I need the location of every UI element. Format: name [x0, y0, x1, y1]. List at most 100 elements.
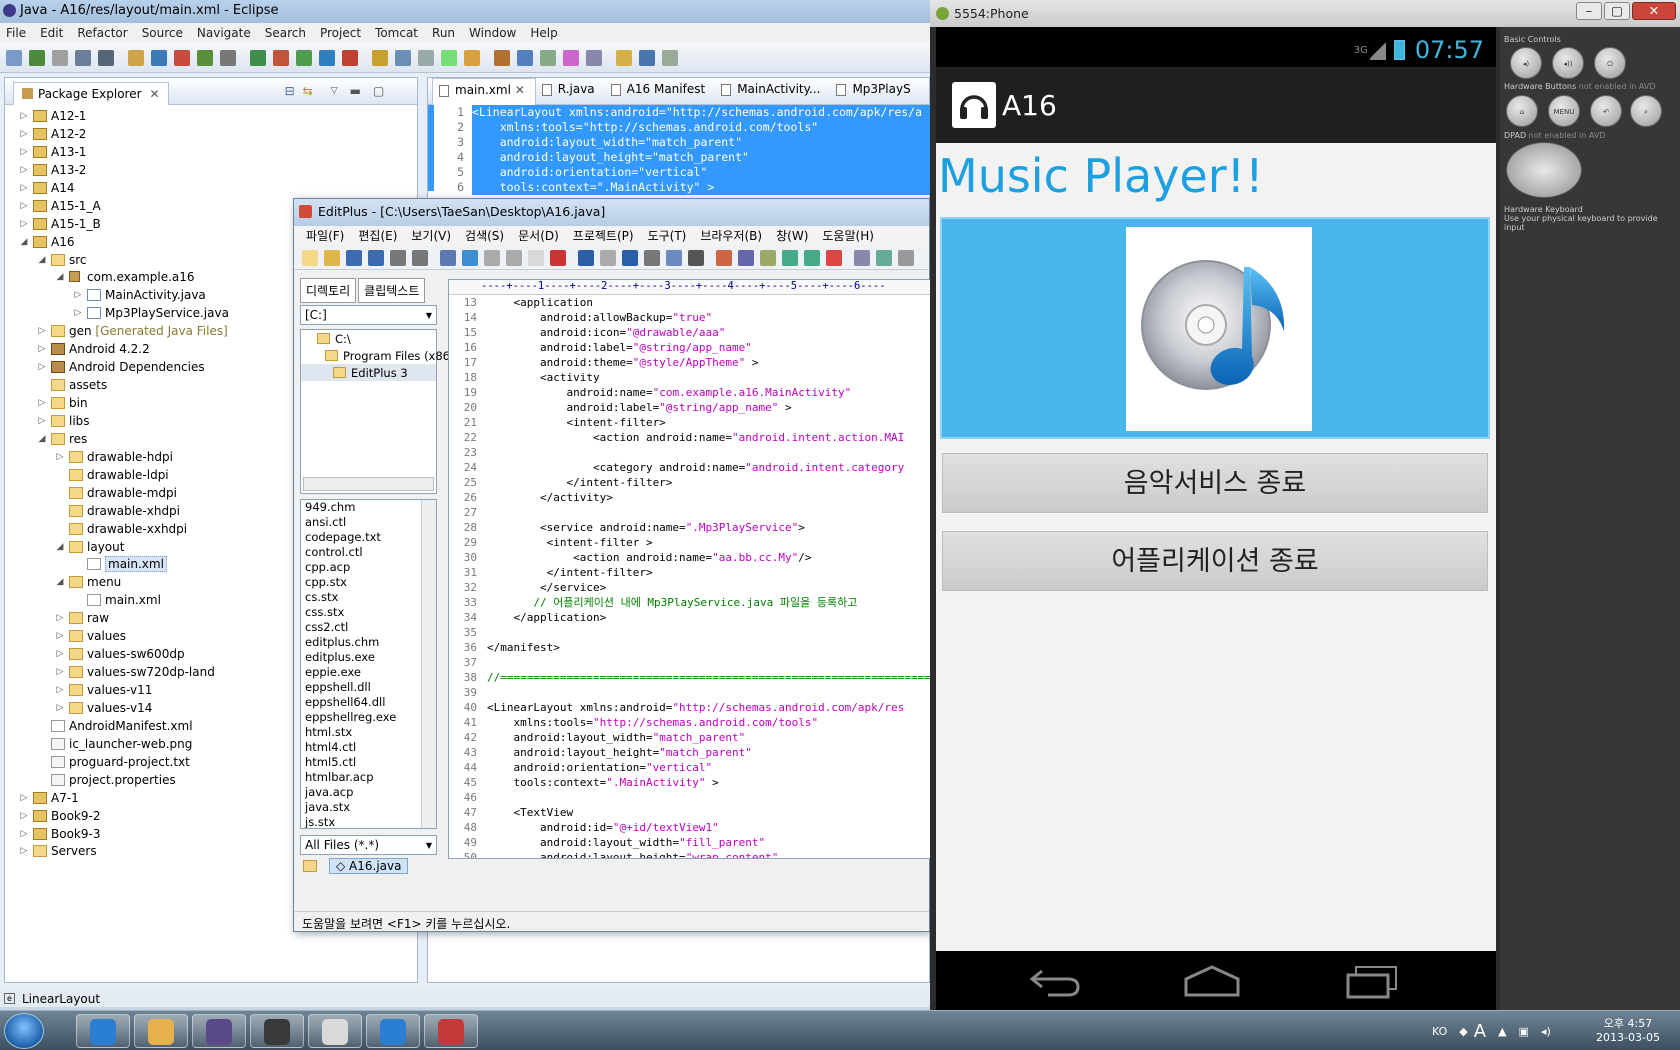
expand-arrow-icon[interactable]: ▷ — [19, 842, 29, 860]
toolbar-button-icon[interactable] — [98, 49, 114, 66]
volume-icon[interactable]: ◂) — [1541, 1025, 1551, 1038]
collapse-arrow-icon[interactable]: ◢ — [55, 268, 65, 286]
file-item[interactable]: cpp.acp — [301, 560, 436, 575]
code-line[interactable]: 33 // 어플리케이션 내에 Mp3PlayService.java 파일을 … — [449, 595, 930, 610]
toolbar-button-icon[interactable] — [372, 49, 388, 66]
code-line[interactable]: 24 <category android:name="android.inten… — [449, 460, 930, 475]
toolbar-button-icon[interactable] — [128, 49, 144, 66]
toolbar-button-icon[interactable] — [826, 249, 842, 266]
file-item[interactable]: 949.chm — [301, 500, 436, 515]
editplus-menu-item[interactable]: 편집(E) — [358, 226, 397, 246]
toolbar-button-icon[interactable] — [662, 49, 678, 66]
directory-item[interactable]: EditPlus 3 — [301, 364, 436, 381]
editplus-menu-item[interactable]: 검색(S) — [465, 226, 504, 246]
menu-search[interactable]: Search — [265, 23, 306, 43]
toolbar-button-icon[interactable] — [75, 49, 91, 66]
toolbar-button-icon[interactable] — [464, 49, 480, 66]
menu-edit[interactable]: Edit — [40, 23, 63, 43]
editor-tab[interactable]: A16 Manifest — [605, 78, 716, 105]
tree-item[interactable]: ▷ A13-2 — [5, 161, 417, 179]
expand-arrow-icon[interactable]: ▷ — [19, 179, 29, 197]
toolbar-button-icon[interactable] — [302, 249, 318, 266]
toolbar-button-icon[interactable] — [876, 249, 892, 266]
code-line[interactable]: 19 android:name="com.example.a16.MainAct… — [449, 385, 930, 400]
code-line[interactable]: 41 xmlns:tools="http://schemas.android.c… — [449, 715, 930, 730]
code-line[interactable]: 18 <activity — [449, 370, 930, 385]
expand-arrow-icon[interactable]: ▷ — [37, 394, 47, 412]
file-item[interactable]: eppshell64.dll — [301, 695, 436, 710]
file-item[interactable]: cs.stx — [301, 590, 436, 605]
directory-item[interactable]: Program Files (x86 — [301, 347, 450, 364]
file-filter-select[interactable]: All Files (*.*) ▼ — [300, 835, 437, 855]
taskbar-app-button[interactable] — [308, 1014, 362, 1048]
toolbar-button-icon[interactable] — [494, 49, 510, 66]
file-item[interactable]: htmlbar.acp — [301, 770, 436, 785]
menu-project[interactable]: Project — [320, 23, 361, 43]
toolbar-button-icon[interactable] — [174, 49, 190, 66]
toolbar-button-icon[interactable] — [738, 249, 754, 266]
editplus-menu-item[interactable]: 보기(V) — [411, 226, 451, 246]
toolbar-button-icon[interactable] — [273, 49, 289, 66]
toolbar-button-icon[interactable] — [688, 249, 704, 266]
code-line[interactable]: 39 — [449, 685, 930, 700]
editplus-menu-item[interactable]: 파일(F) — [306, 226, 344, 246]
taskbar-app-button[interactable] — [424, 1014, 478, 1048]
file-item[interactable]: js.stx — [301, 815, 436, 828]
expand-arrow-icon[interactable]: ▷ — [73, 304, 83, 322]
code-line[interactable]: 25 </intent-filter> — [449, 475, 930, 490]
editplus-menu-item[interactable]: 창(W) — [776, 226, 808, 246]
toolbar-button-icon[interactable] — [324, 249, 340, 266]
taskbar-app-button[interactable] — [134, 1014, 188, 1048]
doc-tab-a16-java[interactable]: ◇ A16.java — [329, 858, 409, 874]
toolbar-button-icon[interactable] — [220, 49, 236, 66]
code-line[interactable]: 46 — [449, 790, 930, 805]
menu-window[interactable]: Window — [469, 23, 516, 43]
toolbar-button-icon[interactable] — [296, 49, 312, 66]
file-item[interactable]: html5.ctl — [301, 755, 436, 770]
menu-button[interactable]: MENU — [1548, 95, 1580, 127]
code-line[interactable]: 44 android:orientation="vertical" — [449, 760, 930, 775]
expand-arrow-icon[interactable]: ▷ — [37, 340, 47, 358]
toolbar-button-icon[interactable] — [390, 249, 406, 266]
code-line[interactable]: 47 <TextView — [449, 805, 930, 820]
expand-arrow-icon[interactable]: ▷ — [19, 197, 29, 215]
toolbar-button-icon[interactable] — [622, 249, 638, 266]
toolbar-button-icon[interactable] — [854, 249, 870, 266]
toolbar-button-icon[interactable] — [441, 49, 457, 66]
code-lines[interactable]: 13 <application 14 android:allowBackup="t… — [449, 295, 930, 858]
toolbar-button-icon[interactable] — [586, 49, 602, 66]
expand-arrow-icon[interactable]: ▷ — [19, 107, 29, 125]
expand-arrow-icon[interactable]: ▷ — [19, 825, 29, 843]
file-item[interactable]: eppshell.dll — [301, 680, 436, 695]
toolbar-button-icon[interactable] — [578, 249, 594, 266]
file-item[interactable]: editplus.chm — [301, 635, 436, 650]
code-line[interactable]: 26 </activity> — [449, 490, 930, 505]
toolbar-button-icon[interactable] — [716, 249, 732, 266]
home-icon[interactable] — [1182, 963, 1242, 999]
tree-item[interactable]: ▷ A14 — [5, 179, 417, 197]
toolbar-button-icon[interactable] — [550, 249, 566, 266]
file-item[interactable]: css.stx — [301, 605, 436, 620]
menu-run[interactable]: Run — [432, 23, 455, 43]
toolbar-button-icon[interactable] — [342, 49, 358, 66]
expand-arrow-icon[interactable]: ▷ — [19, 161, 29, 179]
start-button[interactable] — [4, 1013, 44, 1049]
expand-arrow-icon[interactable]: ▷ — [73, 286, 83, 304]
menu-refactor[interactable]: Refactor — [77, 23, 127, 43]
tree-item[interactable]: ▷ A12-1 — [5, 107, 417, 125]
code-line[interactable]: 30 <action android:name="aa.bb.cc.My"/> — [449, 550, 930, 565]
toolbar-button-icon[interactable] — [616, 49, 632, 66]
editor-code[interactable]: 1 <LinearLayout xmlns:android="http://sch… — [428, 105, 931, 195]
taskbar-app-button[interactable] — [76, 1014, 130, 1048]
drive-select[interactable]: [C:] ▼ — [300, 305, 437, 325]
toolbar-button-icon[interactable] — [528, 249, 544, 266]
code-line[interactable]: 48 android:id="@+id/textView1" — [449, 820, 930, 835]
editor-tab[interactable]: R.java — [536, 78, 605, 105]
expand-arrow-icon[interactable]: ▷ — [55, 448, 65, 466]
tray-expand-icon[interactable]: ▲ — [1498, 1025, 1506, 1038]
code-line[interactable]: 38 //====================================… — [449, 670, 930, 685]
file-item[interactable]: ansi.ctl — [301, 515, 436, 530]
expand-arrow-icon[interactable]: ▷ — [19, 125, 29, 143]
exit-application-button[interactable]: 어플리케이션 종료 — [942, 531, 1488, 591]
toolbar-button-icon[interactable] — [52, 49, 68, 66]
